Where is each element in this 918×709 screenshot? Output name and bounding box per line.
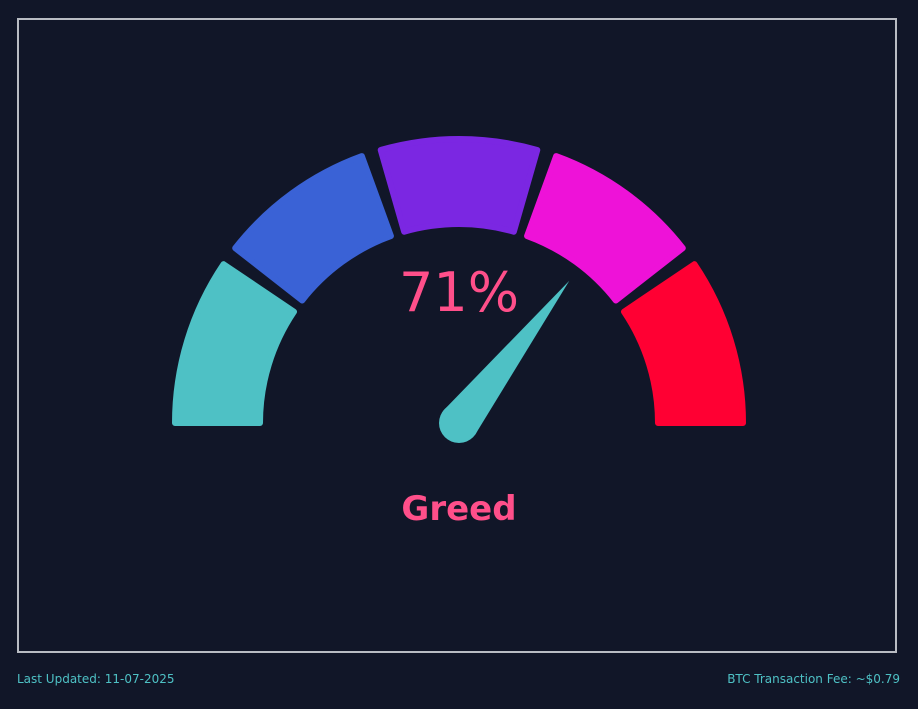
gauge-segment-3 xyxy=(377,136,541,235)
last-updated-text: Last Updated: 11-07-2025 xyxy=(17,672,175,686)
fear-greed-gauge: 71% Greed xyxy=(172,136,746,529)
needle-hub xyxy=(439,403,479,443)
gauge-value-text: 71% xyxy=(399,261,519,324)
gauge-segment-4 xyxy=(524,153,686,304)
gauge-sentiment-label: Greed xyxy=(401,489,516,529)
gauge-segment-5 xyxy=(620,261,746,426)
gauge-segment-1 xyxy=(172,261,298,426)
gauge-segment-2 xyxy=(232,153,394,304)
btc-fee-text: BTC Transaction Fee: ~$0.79 xyxy=(727,672,900,686)
